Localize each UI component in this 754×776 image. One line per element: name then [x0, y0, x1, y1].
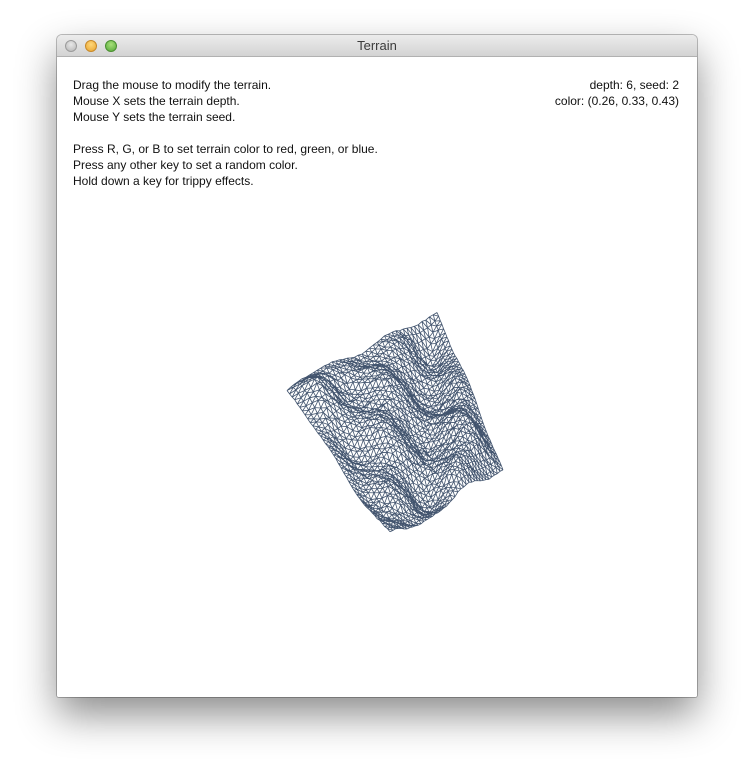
- terrain-canvas-area[interactable]: Drag the mouse to modify the terrain. Mo…: [57, 57, 697, 697]
- instruction-line: Hold down a key for trippy effects.: [73, 174, 254, 188]
- terrain-wireframe: [286, 312, 504, 533]
- instructions: Drag the mouse to modify the terrain. Mo…: [73, 77, 378, 189]
- instruction-line: Mouse Y sets the terrain seed.: [73, 110, 236, 124]
- status-readout: depth: 6, seed: 2 color: (0.26, 0.33, 0.…: [555, 77, 679, 109]
- color-text: color: (0.26, 0.33, 0.43): [554, 94, 679, 108]
- instruction-line: Press any other key to set a random colo…: [73, 158, 298, 172]
- depth-seed-text: depth: 6, seed: 2: [589, 78, 679, 92]
- instruction-line: Mouse X sets the terrain depth.: [73, 94, 240, 108]
- window-title: Terrain: [357, 38, 397, 53]
- terrain-window: Terrain Drag the mouse to modify the ter…: [57, 35, 697, 697]
- instruction-line: Press R, G, or B to set terrain color to…: [73, 142, 378, 156]
- instruction-line: Drag the mouse to modify the terrain.: [73, 78, 272, 92]
- title-bar[interactable]: Terrain: [57, 35, 697, 57]
